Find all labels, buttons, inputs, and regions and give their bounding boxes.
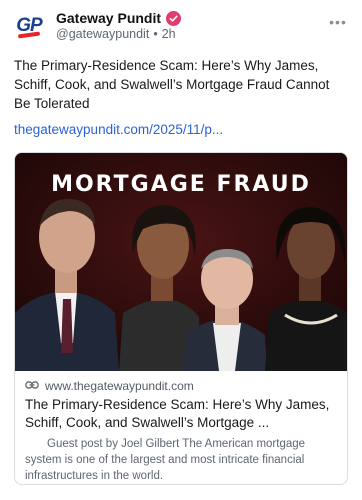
card-image-headline: MORTGAGE FRAUD bbox=[51, 172, 311, 197]
card-title[interactable]: The Primary-Residence Scam: Here’s Why J… bbox=[25, 396, 337, 432]
name-row: Gateway Pundit bbox=[56, 10, 182, 26]
display-name[interactable]: Gateway Pundit bbox=[56, 10, 161, 26]
verified-badge-icon bbox=[166, 10, 182, 26]
post-header: GP Gateway Pundit @gatewaypundit • 2h ••… bbox=[14, 10, 348, 44]
card-description: Guest post by Joel Gilbert The American … bbox=[25, 438, 306, 482]
post-link[interactable]: thegatewaypundit.com/2025/11/p... bbox=[14, 122, 223, 137]
handle-row: @gatewaypundit • 2h bbox=[56, 27, 176, 41]
post-time: 2h bbox=[161, 27, 176, 41]
domain-row: www.thegatewaypundit.com bbox=[25, 378, 339, 394]
card-image-illustration: MORTGAGE FRAUD bbox=[15, 153, 347, 371]
post-text: The Primary-Residence Scam: Here’s Why J… bbox=[14, 58, 330, 111]
more-options-icon[interactable]: ••• bbox=[328, 14, 348, 30]
card-meta: www.thegatewaypundit.com The Primary-Res… bbox=[25, 378, 339, 484]
link-icon bbox=[25, 377, 39, 395]
separator-dot: • bbox=[153, 27, 158, 41]
card-domain[interactable]: www.thegatewaypundit.com bbox=[45, 379, 194, 393]
card-image[interactable]: MORTGAGE FRAUD bbox=[15, 153, 347, 371]
link-preview-card[interactable]: MORTGAGE FRAUD www.thegatewaypundit.com … bbox=[14, 152, 348, 485]
handle[interactable]: @gatewaypundit bbox=[56, 27, 149, 41]
avatar[interactable]: GP bbox=[14, 11, 44, 41]
